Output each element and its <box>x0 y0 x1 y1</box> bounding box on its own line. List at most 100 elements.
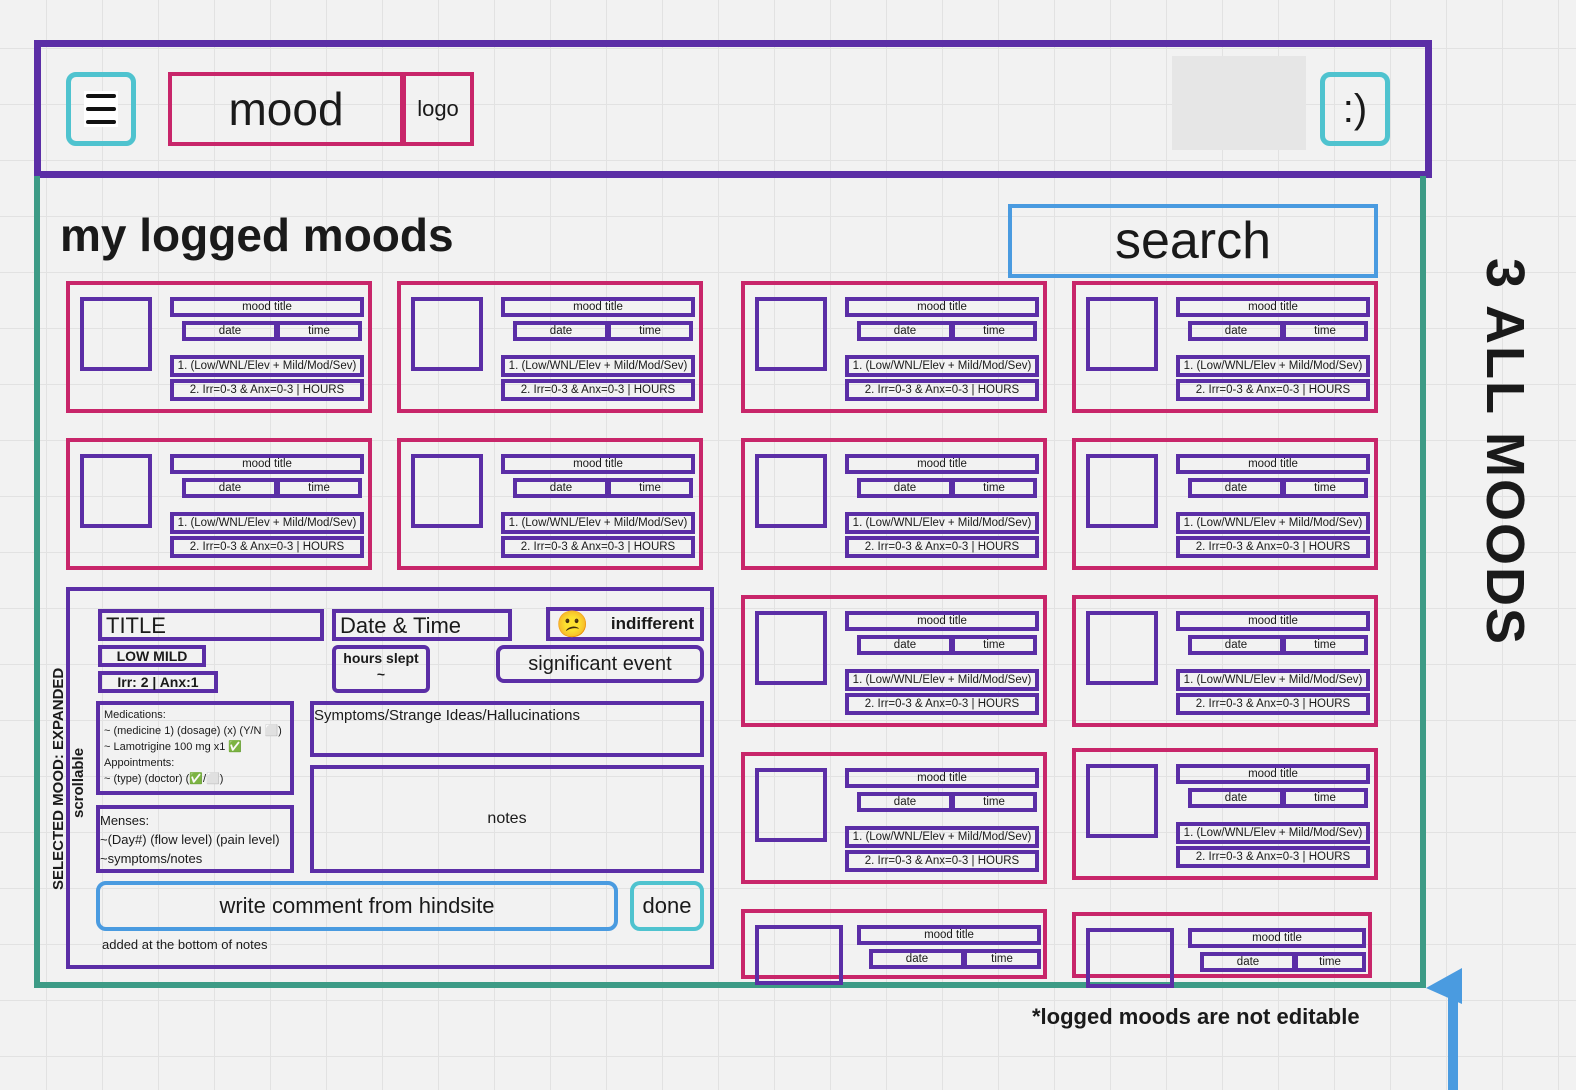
selected-mood-caption: SELECTED MOOD: EXPANDED <box>50 667 67 890</box>
page-title: my logged moods <box>60 209 454 261</box>
search-button[interactable]: search <box>1008 204 1378 278</box>
hours-slept-label: hours slept <box>343 650 419 666</box>
arrow-up-icon <box>1426 968 1462 1004</box>
medications-heading: Medications: <box>104 709 166 721</box>
medication-line: ~ Lamotrigine 100 mg x1 ✅ <box>104 741 243 753</box>
mood-card-image <box>1086 454 1158 528</box>
mood-card-title: mood title <box>1176 297 1370 317</box>
mood-card-time: time <box>1282 635 1368 655</box>
symptoms-box: Symptoms/Strange Ideas/Hallucinations <box>310 701 704 757</box>
mood-card-image <box>80 454 152 528</box>
mood-card[interactable]: mood title date time <box>1072 912 1372 988</box>
irr-anx-scores: Irr: 2 | Anx:1 <box>98 671 218 693</box>
mood-card-title: mood title <box>845 611 1039 631</box>
mood-card-line1: 1. (Low/WNL/Elev + Mild/Mod/Sev) <box>1176 669 1370 691</box>
mood-card-title: mood title <box>845 768 1039 788</box>
footnote: *logged moods are not editable <box>1032 1004 1360 1029</box>
mood-card[interactable]: mood title date time 1. (Low/WNL/Elev + Mil… <box>741 281 1047 413</box>
mood-card-date: date <box>1200 952 1296 972</box>
mood-card-title: mood title <box>501 454 695 474</box>
mood-card-image <box>1086 764 1158 838</box>
mood-card-title: mood title <box>170 454 364 474</box>
mood-card-date: date <box>857 321 953 341</box>
mood-card-date: date <box>857 478 953 498</box>
mood-card-date: date <box>869 949 965 969</box>
scrollable-caption: scrollable <box>70 747 87 818</box>
mood-card-time: time <box>607 321 693 341</box>
mood-card-line1: 1. (Low/WNL/Elev + Mild/Mod/Sev) <box>845 826 1039 848</box>
mood-card-title: mood title <box>857 925 1041 945</box>
mood-card[interactable]: mood title date time <box>741 909 1047 985</box>
mood-card-line1: 1. (Low/WNL/Elev + Mild/Mod/Sev) <box>845 355 1039 377</box>
mood-card-line1: 1. (Low/WNL/Elev + Mild/Mod/Sev) <box>845 512 1039 534</box>
mood-card[interactable]: mood title date time 1. (Low/WNL/Elev + Mil… <box>741 438 1047 570</box>
appointment-line: ~ (type) (doctor) (✅/⬜) <box>104 773 224 785</box>
mood-card-line2: 2. Irr=0-3 & Anx=0-3 | HOURS <box>1176 846 1370 868</box>
mood-card[interactable]: mood title date time 1. (Low/WNL/Elev + Mil… <box>66 281 372 413</box>
menses-line: ~(Day#) (flow level) (pain level) <box>100 832 280 847</box>
mood-card-line2: 2. Irr=0-3 & Anx=0-3 | HOURS <box>1176 379 1370 401</box>
mood-card-title: mood title <box>1188 928 1366 948</box>
mood-card[interactable]: mood title date time 1. (Low/WNL/Elev + Mil… <box>1072 748 1378 880</box>
mood-card[interactable]: mood title date time 1. (Low/WNL/Elev + Mil… <box>1072 281 1378 413</box>
mood-card-line1: 1. (Low/WNL/Elev + Mild/Mod/Sev) <box>170 512 364 534</box>
mood-card-date: date <box>182 478 278 498</box>
mood-card-image <box>1086 928 1174 988</box>
mood-card[interactable]: mood title date time 1. (Low/WNL/Elev + Mil… <box>741 752 1047 884</box>
mood-card-date: date <box>182 321 278 341</box>
mood-card[interactable]: mood title date time 1. (Low/WNL/Elev + Mil… <box>397 281 703 413</box>
significant-event: significant event <box>496 645 704 683</box>
mood-card-title: mood title <box>170 297 364 317</box>
profile-button[interactable]: :) <box>1320 72 1390 146</box>
mood-card-line2: 2. Irr=0-3 & Anx=0-3 | HOURS <box>845 693 1039 715</box>
mood-card-line1: 1. (Low/WNL/Elev + Mild/Mod/Sev) <box>501 512 695 534</box>
mood-card[interactable]: mood title date time 1. (Low/WNL/Elev + Mil… <box>66 438 372 570</box>
mood-card-time: time <box>951 635 1037 655</box>
mood-card-title: mood title <box>845 454 1039 474</box>
mood-card-time: time <box>276 478 362 498</box>
done-button[interactable]: done <box>630 881 704 931</box>
mood-card-line2: 2. Irr=0-3 & Anx=0-3 | HOURS <box>1176 536 1370 558</box>
mood-card[interactable]: mood title date time 1. (Low/WNL/Elev + Mil… <box>741 595 1047 727</box>
mood-card-time: time <box>276 321 362 341</box>
mood-label: indifferent <box>610 614 694 633</box>
mood-card-date: date <box>857 792 953 812</box>
mood-card-line2: 2. Irr=0-3 & Anx=0-3 | HOURS <box>501 536 695 558</box>
mood-card-time: time <box>951 792 1037 812</box>
confused-face-icon: 😕 <box>556 608 589 639</box>
mood-card-date: date <box>513 478 609 498</box>
mood-card-line2: 2. Irr=0-3 & Anx=0-3 | HOURS <box>845 850 1039 872</box>
mood-card-date: date <box>1188 321 1284 341</box>
mood-card[interactable]: mood title date time 1. (Low/WNL/Elev + Mil… <box>1072 438 1378 570</box>
mood-card-line1: 1. (Low/WNL/Elev + Mild/Mod/Sev) <box>1176 822 1370 844</box>
menu-button[interactable] <box>66 72 136 146</box>
header-placeholder <box>1172 56 1306 150</box>
mood-card-title: mood title <box>1176 764 1370 784</box>
selected-datetime: Date & Time <box>332 609 512 641</box>
menses-heading: Menses: <box>100 813 150 828</box>
menses-line: ~symptoms/notes <box>100 851 203 866</box>
mood-card-image <box>755 454 827 528</box>
mood-card[interactable]: mood title date time 1. (Low/WNL/Elev + Mil… <box>397 438 703 570</box>
mood-card-image <box>1086 297 1158 371</box>
mood-indicator: 😕 indifferent <box>546 607 704 641</box>
mood-card-line1: 1. (Low/WNL/Elev + Mild/Mod/Sev) <box>501 355 695 377</box>
app-name: mood <box>168 72 404 146</box>
medications-box: Medications: ~ (medicine 1) (dosage) (x)… <box>96 701 294 795</box>
mood-card-line2: 2. Irr=0-3 & Anx=0-3 | HOURS <box>845 379 1039 401</box>
hindsight-comment-button[interactable]: write comment from hindsite <box>96 881 618 931</box>
mood-card-image <box>411 454 483 528</box>
mood-card[interactable]: mood title date time 1. (Low/WNL/Elev + Mil… <box>1072 595 1378 727</box>
mood-card-line2: 2. Irr=0-3 & Anx=0-3 | HOURS <box>501 379 695 401</box>
mood-card-line1: 1. (Low/WNL/Elev + Mild/Mod/Sev) <box>845 669 1039 691</box>
logo-placeholder: logo <box>402 72 474 146</box>
mood-card-title: mood title <box>501 297 695 317</box>
mood-card-image <box>755 925 843 985</box>
notes-box: notes <box>310 765 704 873</box>
mood-card-time: time <box>1294 952 1366 972</box>
hours-slept-value: ~ <box>376 666 386 682</box>
mood-card-title: mood title <box>1176 454 1370 474</box>
mood-card-line1: 1. (Low/WNL/Elev + Mild/Mod/Sev) <box>1176 355 1370 377</box>
mood-card-image <box>755 768 827 842</box>
mood-card-time: time <box>607 478 693 498</box>
